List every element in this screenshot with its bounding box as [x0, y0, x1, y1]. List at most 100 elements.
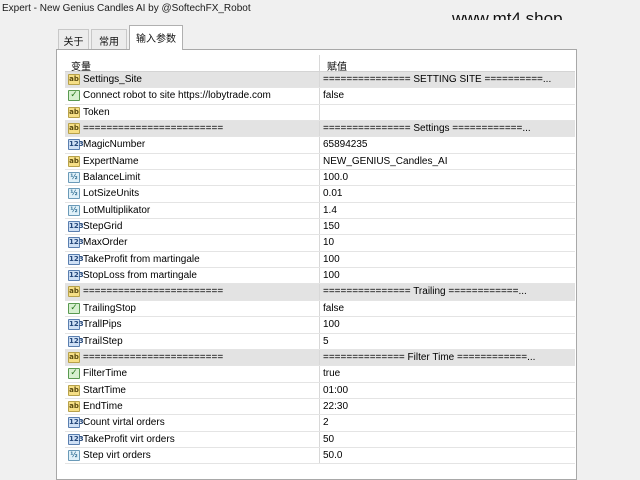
parameter-value-cell[interactable]: 100 [321, 268, 573, 283]
column-header-value[interactable]: 赋值 [321, 55, 573, 71]
table-row[interactable]: ab Settings_Site =============== SETTING S… [65, 72, 575, 89]
parameter-value-cell[interactable]: 50 [321, 432, 573, 447]
table-row[interactable]: 123 MaxOrder 10 [65, 235, 575, 252]
int-icon: 123 [68, 237, 84, 249]
table-row[interactable]: 123 MagicNumber 65894235 [65, 137, 575, 154]
int-icon: 123 [68, 433, 84, 445]
parameter-name-cell[interactable]: ½ LotMultiplikator [65, 202, 320, 219]
parameter-value-cell[interactable]: 0.01 [321, 186, 573, 201]
parameter-name-cell[interactable]: ab Settings_Site [65, 72, 320, 88]
table-row[interactable]: 123 TakeProfit from martingale 100 [65, 251, 575, 269]
parameter-name-cell[interactable]: ab ======================== [65, 349, 320, 366]
double-icon: ½ [68, 449, 80, 461]
parameter-name: StopLoss from martingale [83, 270, 197, 282]
parameter-name-cell[interactable]: 123 TakeProfit from martingale [65, 251, 320, 268]
table-row[interactable]: 123 TrailStep 5 [65, 333, 575, 350]
table-row[interactable]: ½ BalanceLimit 100.0 [65, 170, 575, 187]
parameter-name-cell[interactable]: ✓ TrailingStop [65, 300, 320, 317]
double-icon: ½ [68, 204, 80, 216]
parameter-value-cell[interactable]: 100.0 [321, 170, 573, 185]
parameter-value-cell[interactable]: =============== SETTING SITE ==========.… [321, 72, 573, 87]
table-row[interactable]: ✓ Connect robot to site https://lobytrade… [65, 88, 575, 105]
int-icon: 123 [68, 335, 84, 347]
parameter-value-cell[interactable]: =============== Trailing ============... [321, 284, 573, 299]
parameter-name: Connect robot to site https://lobytrade.… [83, 90, 271, 102]
tab-common[interactable]: 常用 [91, 29, 127, 49]
parameter-value-cell[interactable]: NEW_GENIUS_Candles_AI [321, 154, 573, 169]
table-row[interactable]: ab ======================== ==============… [65, 121, 575, 138]
parameter-value-cell[interactable]: 65894235 [321, 137, 573, 152]
parameter-name-cell[interactable]: 123 Count virtal orders [65, 415, 320, 431]
string-icon: ab [68, 123, 80, 135]
parameter-value-cell[interactable]: 50.0 [321, 448, 573, 463]
parameter-value-cell[interactable]: =============== Settings ============... [321, 121, 573, 136]
parameter-name-cell[interactable]: ab EndTime [65, 398, 320, 415]
parameter-name: LotSizeUnits [83, 188, 140, 200]
int-icon: 123 [68, 139, 84, 151]
tab-about[interactable]: 关于 [58, 29, 89, 49]
parameter-name-cell[interactable]: ab ExpertName [65, 153, 320, 170]
table-row[interactable]: 123 StepGrid 150 [65, 219, 575, 236]
double-icon: ½ [68, 172, 80, 184]
parameter-name: BalanceLimit [83, 172, 141, 184]
parameter-name-cell[interactable]: ab StartTime [65, 382, 320, 398]
tab-inputs[interactable]: 输入参数 [129, 25, 183, 50]
parameter-value-cell[interactable]: 100 [321, 252, 573, 267]
table-row[interactable]: ab ExpertName NEW_GENIUS_Candles_AI [65, 153, 575, 171]
table-row[interactable]: ½ Step virt orders 50.0 [65, 447, 575, 465]
table-row[interactable]: 123 Count virtal orders 2 [65, 415, 575, 432]
string-icon: ab [68, 400, 80, 412]
double-icon: ½ [68, 188, 80, 200]
parameter-name-cell[interactable]: 123 MagicNumber [65, 137, 320, 153]
parameter-name-cell[interactable]: ab ======================== [65, 284, 320, 300]
parameter-value-cell[interactable]: 2 [321, 415, 573, 430]
parameter-name-cell[interactable]: 123 StepGrid [65, 219, 320, 235]
parameter-name-cell[interactable]: 123 TrallPips [65, 317, 320, 333]
parameter-name: ======================== [83, 351, 224, 363]
parameter-name-cell[interactable]: ½ BalanceLimit [65, 170, 320, 186]
table-row[interactable]: 123 TakeProfit virt orders 50 [65, 431, 575, 448]
parameter-value-cell[interactable]: 150 [321, 219, 573, 234]
parameter-name-cell[interactable]: 123 StopLoss from martingale [65, 268, 320, 284]
parameter-name: EndTime [83, 400, 123, 412]
table-row[interactable]: ab StartTime 01:00 [65, 382, 575, 399]
grid-rows: ab Settings_Site =============== SETTING S… [65, 72, 575, 465]
parameter-value-cell[interactable]: false [321, 301, 573, 316]
parameter-value-cell[interactable] [321, 105, 573, 120]
table-row[interactable]: ab ======================== ==============… [65, 349, 575, 367]
parameter-value-cell[interactable]: 10 [321, 235, 573, 250]
table-row[interactable]: ab EndTime 22:30 [65, 398, 575, 416]
table-row[interactable]: ab Token [65, 104, 575, 122]
parameter-name-cell[interactable]: ✓ FilterTime [65, 366, 320, 382]
parameter-name: StepGrid [83, 221, 123, 233]
parameter-name-cell[interactable]: 123 MaxOrder [65, 235, 320, 251]
parameter-value-cell[interactable]: 5 [321, 334, 573, 349]
parameter-value-cell[interactable]: true [321, 366, 573, 381]
parameter-name-cell[interactable]: ½ LotSizeUnits [65, 186, 320, 202]
parameter-name-cell[interactable]: ab ======================== [65, 121, 320, 137]
table-row[interactable]: ✓ TrailingStop false [65, 300, 575, 318]
parameter-name-cell[interactable]: ab Token [65, 104, 320, 121]
table-row[interactable]: ab ======================== ==============… [65, 284, 575, 301]
parameter-name-cell[interactable]: ✓ Connect robot to site https://lobytrade… [65, 88, 320, 104]
parameter-value-cell[interactable]: 1.4 [321, 203, 573, 218]
parameter-value-cell[interactable]: 22:30 [321, 399, 573, 414]
table-row[interactable]: 123 StopLoss from martingale 100 [65, 268, 575, 285]
parameter-value-cell[interactable]: 01:00 [321, 383, 573, 398]
parameter-name: ExpertName [83, 155, 139, 167]
table-row[interactable]: ✓ FilterTime true [65, 366, 575, 383]
int-icon: 123 [68, 417, 84, 429]
parameter-value-cell[interactable]: false [321, 88, 573, 103]
parameter-value-cell[interactable]: 100 [321, 317, 573, 332]
column-header-variable[interactable]: 变量 [65, 55, 320, 71]
parameter-value-cell[interactable]: ============== Filter Time ============.… [321, 350, 573, 365]
parameter-name-cell[interactable]: 123 TrailStep [65, 333, 320, 349]
parameter-name-cell[interactable]: ½ Step virt orders [65, 447, 320, 464]
table-row[interactable]: ½ LotMultiplikator 1.4 [65, 202, 575, 220]
parameter-name: Settings_Site [83, 74, 142, 85]
int-icon: 123 [68, 221, 84, 233]
table-row[interactable]: 123 TrallPips 100 [65, 317, 575, 334]
parameter-name-cell[interactable]: 123 TakeProfit virt orders [65, 431, 320, 447]
string-icon: ab [68, 106, 80, 118]
table-row[interactable]: ½ LotSizeUnits 0.01 [65, 186, 575, 203]
